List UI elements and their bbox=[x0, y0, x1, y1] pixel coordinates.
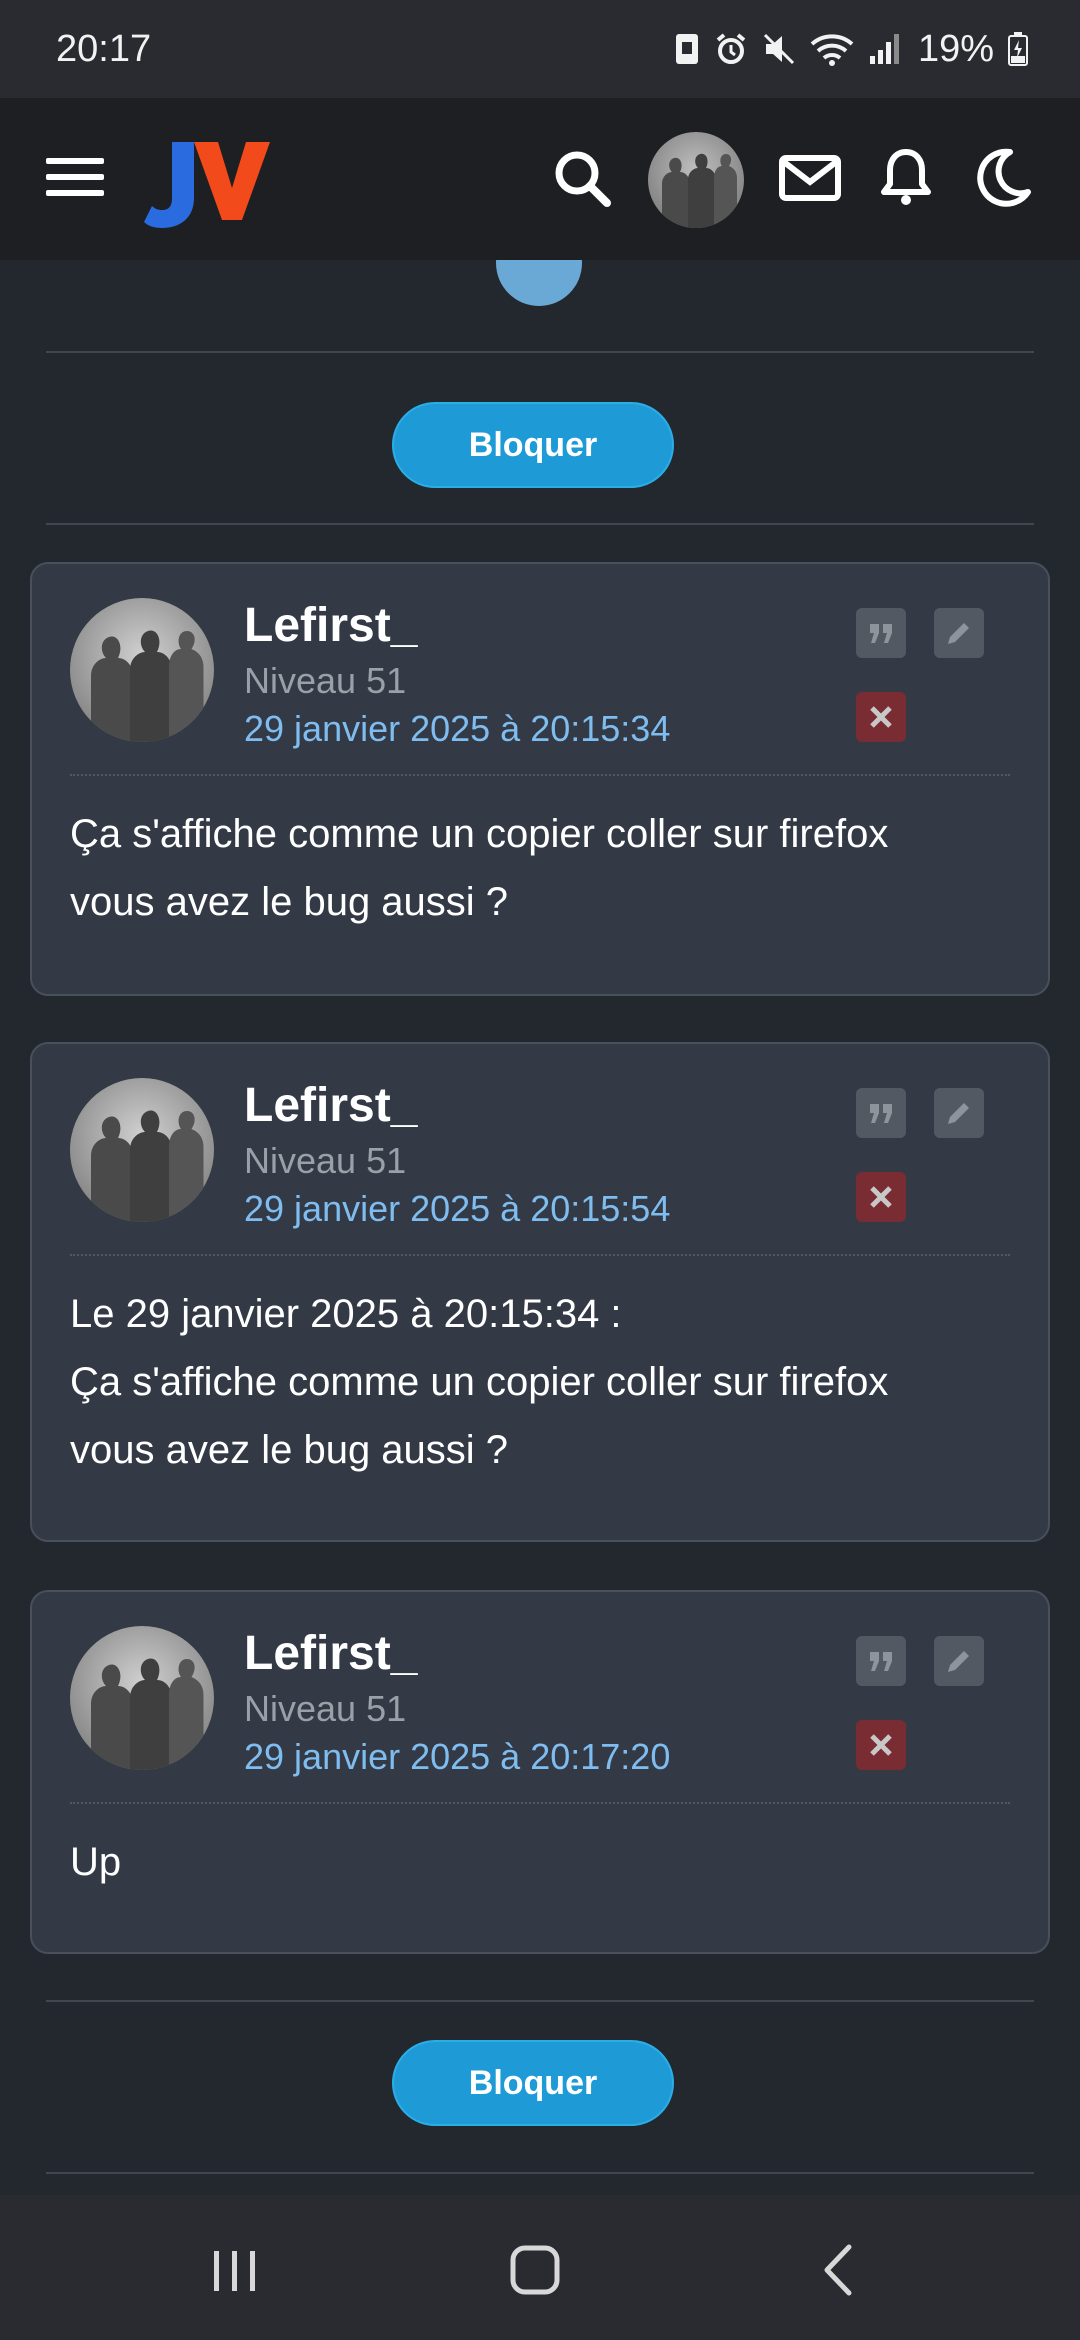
post-separator bbox=[70, 1802, 1010, 1804]
moon-icon[interactable] bbox=[970, 146, 1034, 210]
post-author[interactable]: Lefirst_ bbox=[244, 1626, 417, 1681]
quote-icon bbox=[870, 624, 892, 643]
quote-icon bbox=[870, 1104, 892, 1123]
pencil-icon bbox=[948, 1103, 969, 1124]
post-avatar[interactable] bbox=[70, 1626, 214, 1770]
post-level: Niveau 51 bbox=[244, 660, 407, 701]
post-card: Lefirst_ Niveau 51 29 janvier 2025 à 20:… bbox=[30, 1042, 1050, 1542]
divider bbox=[46, 351, 1034, 353]
pencil-icon bbox=[948, 1651, 969, 1672]
post-text-line: vous avez le bug aussi ? bbox=[70, 880, 509, 924]
post-author[interactable]: Lefirst_ bbox=[244, 598, 417, 653]
bell-icon[interactable] bbox=[874, 146, 938, 210]
topic-content: Bloquer Lefirst_ Niveau 51 29 janvier 20… bbox=[0, 260, 1080, 2195]
post-separator bbox=[70, 1254, 1010, 1256]
mail-icon[interactable] bbox=[778, 146, 842, 210]
post-author[interactable]: Lefirst_ bbox=[244, 1078, 417, 1133]
post-card: Lefirst_ Niveau 51 29 janvier 2025 à 20:… bbox=[30, 1590, 1050, 1954]
block-button[interactable]: Bloquer bbox=[392, 2040, 674, 2126]
quote-button[interactable] bbox=[856, 1636, 906, 1686]
close-icon bbox=[870, 706, 892, 728]
post-avatar[interactable] bbox=[70, 598, 214, 742]
post-date[interactable]: 29 janvier 2025 à 20:15:54 bbox=[244, 1188, 670, 1230]
post-separator bbox=[70, 774, 1010, 776]
divider bbox=[46, 2172, 1034, 2174]
post-level: Niveau 51 bbox=[244, 1688, 407, 1729]
post-level: Niveau 51 bbox=[244, 1140, 407, 1181]
back-icon[interactable] bbox=[805, 2235, 875, 2305]
quote-icon bbox=[870, 1652, 892, 1671]
status-bar: 20:17 19% bbox=[0, 0, 1080, 98]
close-icon bbox=[870, 1734, 892, 1756]
status-icons: 19% bbox=[674, 28, 1028, 71]
battery-percent: 19% bbox=[917, 27, 994, 70]
delete-button[interactable] bbox=[856, 1172, 906, 1222]
pencil-icon bbox=[948, 623, 969, 644]
edit-button[interactable] bbox=[934, 1088, 984, 1138]
post-date[interactable]: 29 janvier 2025 à 20:17:20 bbox=[244, 1736, 670, 1778]
quote-button[interactable] bbox=[856, 1088, 906, 1138]
signal-icon bbox=[869, 34, 899, 64]
status-time: 20:17 bbox=[56, 27, 152, 70]
divider bbox=[46, 523, 1034, 525]
post-text-line: Up bbox=[70, 1840, 122, 1884]
jv-logo[interactable] bbox=[142, 132, 274, 232]
post-text-line: Ça s'affiche comme un copier coller sur … bbox=[70, 812, 889, 856]
post-text-line: vous avez le bug aussi ? bbox=[70, 1428, 509, 1472]
close-icon bbox=[870, 1186, 892, 1208]
quote-header: Le 29 janvier 2025 à 20:15:34 : bbox=[70, 1292, 622, 1336]
block-button[interactable]: Bloquer bbox=[392, 402, 674, 488]
navigation-bar bbox=[0, 2195, 1080, 2340]
avatar[interactable] bbox=[648, 132, 744, 228]
post-body: Up bbox=[70, 1828, 1010, 1896]
wifi-icon bbox=[810, 34, 854, 66]
search-icon[interactable] bbox=[550, 146, 614, 210]
post-card: Lefirst_ Niveau 51 29 janvier 2025 à 20:… bbox=[30, 562, 1050, 996]
menu-icon[interactable] bbox=[46, 158, 104, 202]
battery-charging-icon bbox=[1008, 32, 1028, 66]
quote-button[interactable] bbox=[856, 608, 906, 658]
post-body: Ça s'affiche comme un copier coller sur … bbox=[70, 800, 1010, 936]
recent-apps-icon[interactable] bbox=[200, 2235, 270, 2305]
alarm-icon bbox=[716, 33, 746, 64]
edit-button[interactable] bbox=[934, 608, 984, 658]
app-header bbox=[0, 98, 1080, 260]
home-icon[interactable] bbox=[500, 2235, 570, 2305]
partial-avatar bbox=[496, 260, 582, 306]
post-text-line: Ça s'affiche comme un copier coller sur … bbox=[70, 1360, 889, 1404]
mute-icon bbox=[763, 33, 794, 65]
post-body: Le 29 janvier 2025 à 20:15:34 : Ça s'aff… bbox=[70, 1280, 1010, 1484]
post-avatar[interactable] bbox=[70, 1078, 214, 1222]
post-date[interactable]: 29 janvier 2025 à 20:15:34 bbox=[244, 708, 670, 750]
divider bbox=[46, 2000, 1034, 2002]
delete-button[interactable] bbox=[856, 692, 906, 742]
delete-button[interactable] bbox=[856, 1720, 906, 1770]
sim-card-icon bbox=[675, 34, 698, 64]
edit-button[interactable] bbox=[934, 1636, 984, 1686]
